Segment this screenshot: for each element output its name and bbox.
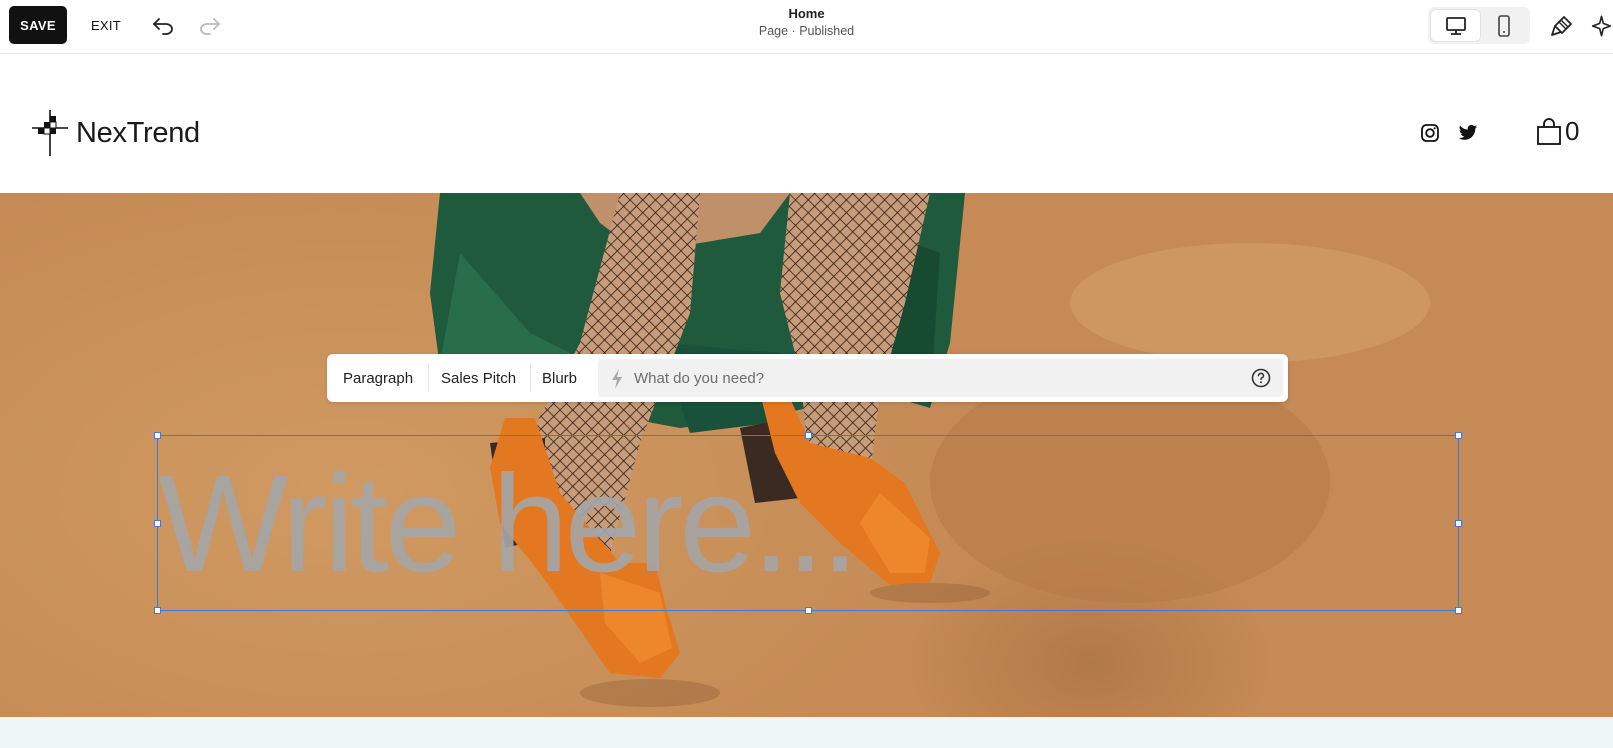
selected-text-block[interactable]: Write here...: [154, 432, 1462, 614]
resize-handle-bottom[interactable]: [805, 607, 812, 614]
chip-sales-pitch[interactable]: Sales Pitch: [441, 354, 516, 402]
chip-paragraph[interactable]: Paragraph: [343, 354, 413, 402]
cart-button[interactable]: 0: [1535, 116, 1579, 147]
shopping-bag-icon: [1537, 117, 1561, 145]
chip-divider: [428, 364, 429, 392]
chip-blurb[interactable]: Blurb: [542, 354, 577, 402]
resize-handle-top-right[interactable]: [1455, 432, 1462, 439]
sparkle-icon[interactable]: [1590, 11, 1613, 41]
help-circle-icon[interactable]: [1251, 368, 1271, 393]
resize-handle-right[interactable]: [1455, 520, 1462, 527]
ai-prompt-input[interactable]: [634, 359, 1234, 397]
text-placeholder[interactable]: Write here...: [158, 436, 1460, 612]
device-switcher: [1428, 7, 1530, 44]
site-logo[interactable]: NexTrend: [30, 108, 200, 158]
resize-handle-left[interactable]: [154, 520, 161, 527]
lightning-icon: [610, 368, 624, 395]
cart-count: 0: [1565, 116, 1580, 146]
site-header: NexTrend 0: [0, 54, 1613, 193]
paintbrush-icon[interactable]: [1548, 11, 1576, 41]
page-info[interactable]: Home Page · Published: [0, 6, 1613, 40]
logo-mark-icon: [32, 110, 68, 156]
mobile-view-button[interactable]: [1479, 10, 1528, 41]
desktop-icon: [1445, 16, 1466, 35]
next-section-strip: [0, 717, 1613, 748]
resize-handle-top[interactable]: [805, 432, 812, 439]
editor-toolbar: SAVE EXIT Home Page · Published: [0, 0, 1613, 54]
resize-handle-top-left[interactable]: [154, 432, 161, 439]
page-title: Home: [788, 6, 825, 21]
twitter-icon[interactable]: [1457, 122, 1479, 144]
logo-text: NexTrend: [76, 116, 200, 149]
instagram-icon[interactable]: [1419, 122, 1441, 144]
ai-writing-toolbar: Paragraph Sales Pitch Blurb: [327, 354, 1288, 402]
chip-divider: [530, 364, 531, 392]
page-status: Page · Published: [758, 24, 855, 38]
mobile-icon: [1497, 14, 1510, 37]
resize-handle-bottom-right[interactable]: [1455, 607, 1462, 614]
desktop-view-button[interactable]: [1431, 10, 1480, 41]
ai-prompt-box: [598, 359, 1283, 397]
resize-handle-bottom-left[interactable]: [154, 607, 161, 614]
